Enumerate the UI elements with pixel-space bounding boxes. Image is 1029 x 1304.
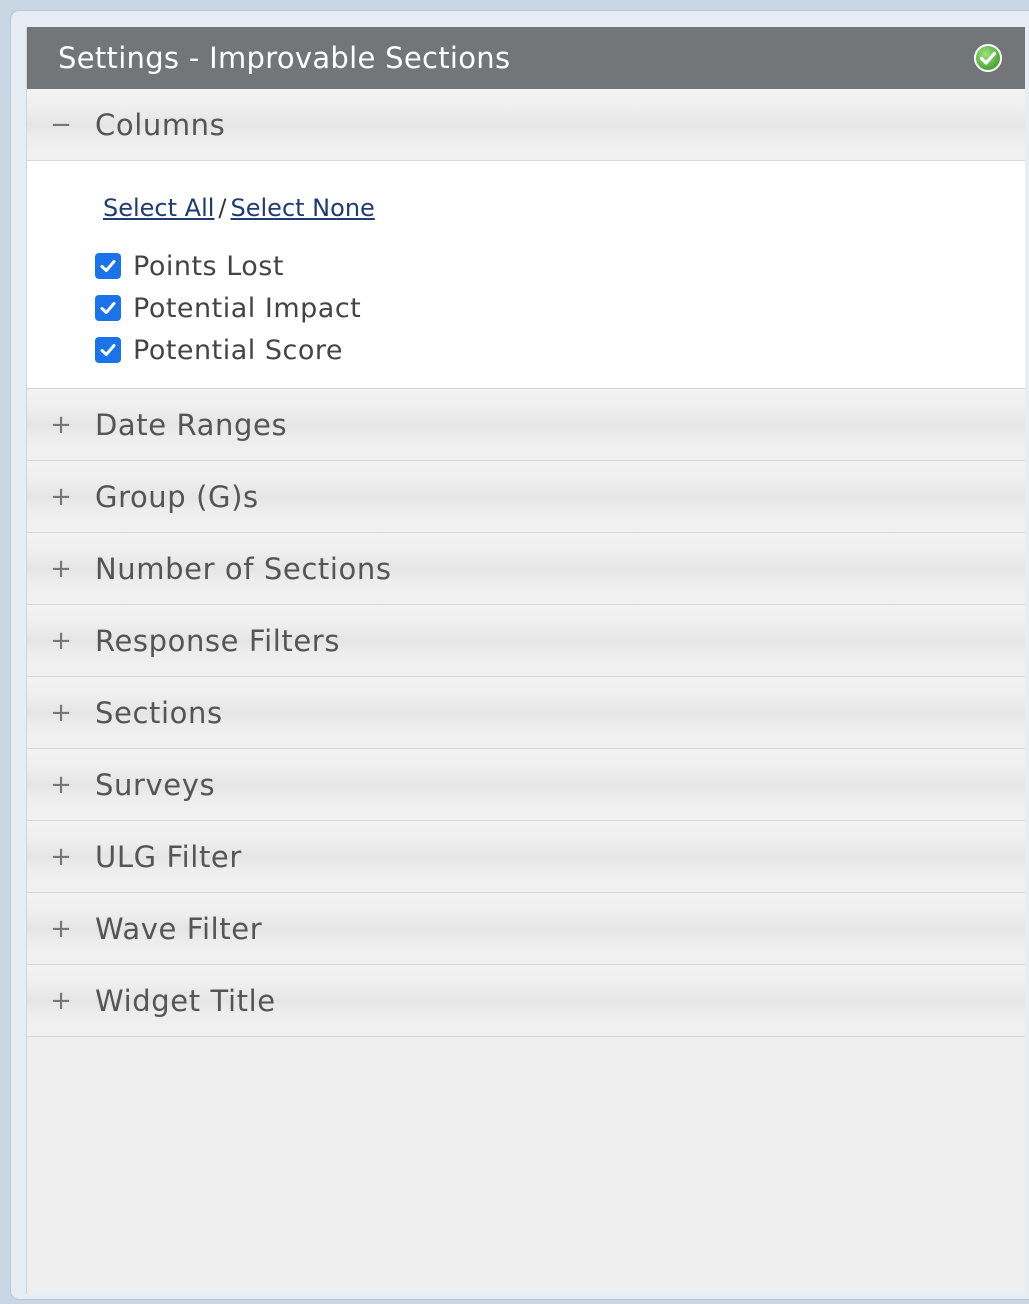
check-circle-icon[interactable] bbox=[973, 43, 1003, 73]
link-separator: / bbox=[218, 194, 227, 222]
section-header-groups[interactable]: + Group (G)s bbox=[27, 461, 1025, 533]
expand-icon[interactable]: + bbox=[48, 700, 74, 726]
section-label: Number of Sections bbox=[95, 551, 392, 586]
option-label: Potential Score bbox=[133, 334, 343, 366]
section-header-date-ranges[interactable]: + Date Ranges bbox=[27, 389, 1025, 461]
expand-icon[interactable]: + bbox=[48, 988, 74, 1014]
section-header-wave-filter[interactable]: + Wave Filter bbox=[27, 893, 1025, 965]
panel-title: Settings - Improvable Sections bbox=[58, 41, 511, 75]
checkbox-potential-impact[interactable] bbox=[95, 295, 121, 321]
section-label: Widget Title bbox=[95, 983, 276, 1018]
checkmark-icon bbox=[100, 260, 116, 272]
select-links: Select All / Select None bbox=[103, 191, 1025, 225]
columns-section-body: Select All / Select None Points Lost Poten… bbox=[27, 161, 1025, 389]
expand-icon[interactable]: + bbox=[48, 772, 74, 798]
settings-panel: Settings - Improvable Sections − Columns… bbox=[26, 27, 1025, 1294]
section-label: Sections bbox=[95, 695, 223, 730]
section-label: Surveys bbox=[95, 767, 216, 802]
option-label: Potential Impact bbox=[133, 292, 362, 324]
select-none-link[interactable]: Select None bbox=[231, 194, 375, 222]
expand-icon[interactable]: + bbox=[48, 484, 74, 510]
expand-icon[interactable]: + bbox=[48, 628, 74, 654]
section-label: Columns bbox=[95, 107, 226, 142]
section-header-surveys[interactable]: + Surveys bbox=[27, 749, 1025, 821]
section-label: Wave Filter bbox=[95, 911, 263, 946]
select-all-link[interactable]: Select All bbox=[103, 194, 214, 222]
section-header-widget-title[interactable]: + Widget Title bbox=[27, 965, 1025, 1037]
expand-icon[interactable]: + bbox=[48, 844, 74, 870]
section-header-response-filters[interactable]: + Response Filters bbox=[27, 605, 1025, 677]
expand-icon[interactable]: + bbox=[48, 412, 74, 438]
checkbox-potential-score[interactable] bbox=[95, 337, 121, 363]
section-header-ulg-filter[interactable]: + ULG Filter bbox=[27, 821, 1025, 893]
checkmark-icon bbox=[100, 344, 116, 356]
checkmark-icon bbox=[100, 302, 116, 314]
column-option-points-lost[interactable]: Points Lost bbox=[95, 245, 1025, 287]
column-option-potential-impact[interactable]: Potential Impact bbox=[95, 287, 1025, 329]
section-label: Date Ranges bbox=[95, 407, 288, 442]
titlebar: Settings - Improvable Sections bbox=[27, 27, 1025, 89]
section-header-number-of-sections[interactable]: + Number of Sections bbox=[27, 533, 1025, 605]
option-label: Points Lost bbox=[133, 250, 284, 282]
section-label: ULG Filter bbox=[95, 839, 242, 874]
section-header-columns[interactable]: − Columns bbox=[27, 89, 1025, 161]
expand-icon[interactable]: + bbox=[48, 556, 74, 582]
collapse-icon[interactable]: − bbox=[48, 112, 74, 138]
checkbox-points-lost[interactable] bbox=[95, 253, 121, 279]
column-option-potential-score[interactable]: Potential Score bbox=[95, 329, 1025, 371]
section-label: Group (G)s bbox=[95, 479, 259, 514]
expand-icon[interactable]: + bbox=[48, 916, 74, 942]
section-label: Response Filters bbox=[95, 623, 341, 658]
section-header-sections[interactable]: + Sections bbox=[27, 677, 1025, 749]
